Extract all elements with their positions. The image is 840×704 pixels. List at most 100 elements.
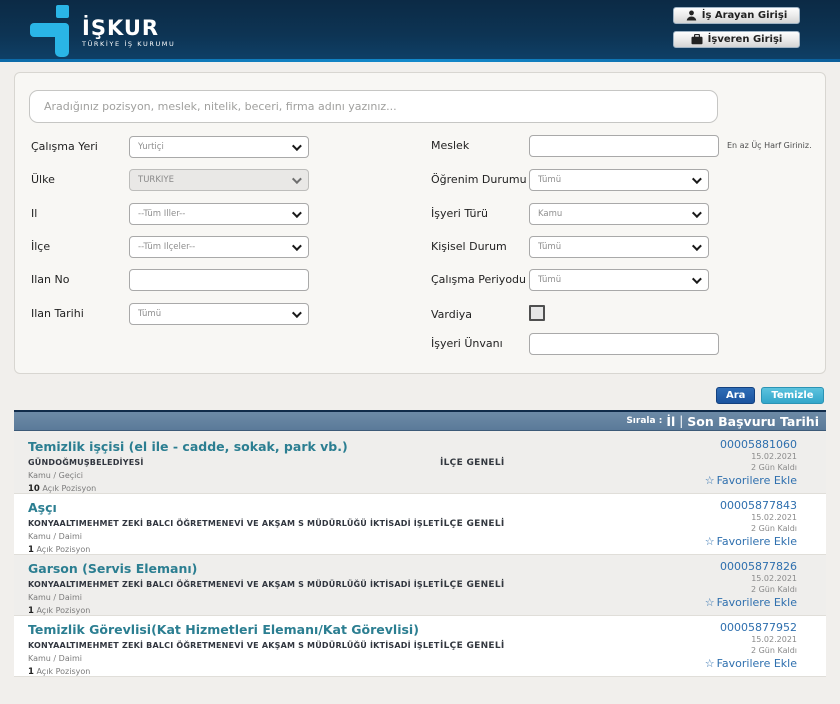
job-open-positions: 1 Açık Pozisyon: [28, 545, 91, 554]
job-open-positions: 10 Açık Pozisyon: [28, 484, 97, 493]
add-to-favorites-link[interactable]: ☆ Favorilere Ekle: [626, 474, 797, 488]
ilce-select[interactable]: --Tüm İlçeler--: [129, 236, 309, 258]
job-location-cell: İLÇE GENELİ: [440, 555, 626, 615]
employer-login-label: İşveren Girişi: [707, 34, 783, 45]
table-row: Garson (Servis Elemanı) KONYAALTIMEHMET …: [14, 555, 826, 616]
job-employer: KONYAALTIMEHMET ZEKİ BALCI ÖĞRETMENEVİ V…: [28, 641, 440, 650]
add-to-favorites-link[interactable]: ☆ Favorilere Ekle: [626, 657, 797, 671]
job-ad-number: 00005877826: [720, 560, 797, 573]
il-select[interactable]: --Tüm İller--: [129, 203, 309, 225]
calisma-periyodu-select[interactable]: Tümü: [529, 269, 709, 291]
job-results-list: Temizlik işçisi (el ile - cadde, sokak, …: [14, 433, 826, 677]
job-employment-type: Kamu / Daimi: [28, 593, 82, 602]
job-location: İLÇE GENELİ: [440, 580, 505, 590]
iskur-logo-icon: [30, 5, 69, 57]
job-last-date: 15.02.2021: [751, 574, 797, 583]
sort-by-il-link[interactable]: İl: [666, 414, 675, 429]
star-icon: ☆: [704, 474, 715, 487]
isyeri-unvani-input[interactable]: [529, 333, 719, 355]
job-location-cell: İLÇE GENELİ: [440, 616, 626, 676]
job-title-link[interactable]: Temizlik Görevlisi(Kat Hizmetleri Eleman…: [28, 622, 440, 637]
ilan-no-input[interactable]: [129, 269, 309, 291]
sort-separator: |: [679, 414, 684, 428]
job-open-positions: 1 Açık Pozisyon: [28, 606, 91, 615]
ulke-select: TÜRKİYE: [129, 169, 309, 191]
ogrenim-durumu-select[interactable]: Tümü: [529, 169, 709, 191]
il-label: Il: [31, 207, 38, 220]
job-location-cell: İLÇE GENELİ: [440, 433, 626, 493]
vardiya-label: Vardiya: [431, 308, 473, 321]
login-buttons: İş Arayan Girişi İşveren Girişi: [673, 7, 800, 48]
job-title-link[interactable]: Garson (Servis Elemanı): [28, 561, 440, 576]
chevron-down-icon: [691, 273, 702, 284]
app-header: İŞKUR TÜRKİYE İŞ KURUMU İş Arayan Girişi…: [0, 0, 840, 59]
add-to-favorites-link[interactable]: ☆ Favorilere Ekle: [626, 535, 797, 549]
iskur-logo[interactable]: İŞKUR TÜRKİYE İŞ KURUMU: [30, 3, 175, 59]
job-location-cell: İLÇE GENELİ: [440, 494, 626, 554]
job-meta-cell: 00005881060 15.02.2021 2 Gün Kaldı ☆ Favo…: [626, 433, 826, 493]
job-meta-cell: 00005877826 15.02.2021 2 Gün Kaldı ☆ Favo…: [626, 555, 826, 615]
sort-by-date-link[interactable]: Son Başvuru Tarihi: [687, 414, 819, 429]
calisma-yeri-select[interactable]: Yurtiçi: [129, 136, 309, 158]
job-summary: Temizlik Görevlisi(Kat Hizmetleri Eleman…: [14, 616, 440, 676]
isyeri-unvani-label: İşyeri Ünvanı: [431, 337, 503, 350]
vardiya-checkbox[interactable]: [529, 305, 545, 321]
chevron-down-icon: [291, 307, 302, 318]
job-ad-number: 00005881060: [720, 438, 797, 451]
keyword-search-input[interactable]: [29, 90, 718, 123]
ogrenim-durumu-label: Öğrenim Durumu: [431, 173, 527, 186]
logo-subtitle: TÜRKİYE İŞ KURUMU: [82, 40, 176, 48]
job-summary: Garson (Servis Elemanı) KONYAALTIMEHMET …: [14, 555, 440, 615]
job-days-left: 2 Gün Kaldı: [750, 585, 797, 594]
sort-bar: Sırala : İl | Son Başvuru Tarihi: [14, 410, 826, 431]
chevron-down-icon: [291, 207, 302, 218]
job-last-date: 15.02.2021: [751, 635, 797, 644]
ilan-tarihi-select[interactable]: Tümü: [129, 303, 309, 325]
add-to-favorites-link[interactable]: ☆ Favorilere Ekle: [626, 596, 797, 610]
table-row: Temizlik Görevlisi(Kat Hizmetleri Eleman…: [14, 616, 826, 677]
chevron-down-icon: [691, 207, 702, 218]
logo-text: İŞKUR TÜRKİYE İŞ KURUMU: [82, 17, 175, 48]
job-last-date: 15.02.2021: [751, 513, 797, 522]
job-employer: KONYAALTIMEHMET ZEKİ BALCI ÖĞRETMENEVİ V…: [28, 580, 440, 589]
ilan-tarihi-label: Ilan Tarihi: [31, 307, 84, 320]
table-row: Aşçı KONYAALTIMEHMET ZEKİ BALCI ÖĞRETMEN…: [14, 494, 826, 555]
search-button[interactable]: Ara: [716, 387, 756, 404]
chevron-down-icon: [691, 240, 702, 251]
job-seeker-login-button[interactable]: İş Arayan Girişi: [673, 7, 800, 24]
meslek-input[interactable]: [529, 135, 719, 157]
job-summary: Temizlik işçisi (el ile - cadde, sokak, …: [14, 433, 440, 493]
job-meta-cell: 00005877843 15.02.2021 2 Gün Kaldı ☆ Favo…: [626, 494, 826, 554]
job-employment-type: Kamu / Geçici: [28, 471, 84, 480]
job-summary: Aşçı KONYAALTIMEHMET ZEKİ BALCI ÖĞRETMEN…: [14, 494, 440, 554]
job-seeker-login-label: İş Arayan Girişi: [701, 10, 788, 21]
meslek-label: Meslek: [431, 139, 470, 152]
job-employer: KONYAALTIMEHMET ZEKİ BALCI ÖĞRETMENEVİ V…: [28, 519, 440, 528]
job-employment-type: Kamu / Daimi: [28, 654, 82, 663]
table-row: Temizlik işçisi (el ile - cadde, sokak, …: [14, 433, 826, 494]
filter-actions: Ara Temizle: [716, 387, 824, 404]
header-accent-strip: [0, 59, 840, 62]
ilan-no-label: Ilan No: [31, 273, 70, 286]
job-open-positions: 1 Açık Pozisyon: [28, 667, 91, 676]
sort-prefix: Sırala :: [626, 416, 663, 426]
ilce-label: İlçe: [31, 240, 51, 253]
kisisel-durum-select[interactable]: Tümü: [529, 236, 709, 258]
meslek-hint: En az Üç Harf Giriniz.: [727, 141, 812, 150]
star-icon: ☆: [704, 596, 715, 609]
job-meta-cell: 00005877952 15.02.2021 2 Gün Kaldı ☆ Favo…: [626, 616, 826, 676]
employer-login-button[interactable]: İşveren Girişi: [673, 31, 800, 48]
job-days-left: 2 Gün Kaldı: [750, 524, 797, 533]
isyeri-turu-label: İşyeri Türü: [431, 207, 489, 220]
job-location: İLÇE GENELİ: [440, 458, 505, 468]
search-filter-panel: Çalışma Yeri Yurtiçi Ülke TÜRKİYE Il --T…: [14, 72, 826, 374]
calisma-yeri-label: Çalışma Yeri: [31, 140, 98, 153]
job-ad-number: 00005877843: [720, 499, 797, 512]
job-title-link[interactable]: Temizlik işçisi (el ile - cadde, sokak, …: [28, 439, 440, 454]
star-icon: ☆: [704, 535, 715, 548]
job-location: İLÇE GENELİ: [440, 519, 505, 529]
kisisel-durum-label: Kişisel Durum: [431, 240, 507, 253]
job-title-link[interactable]: Aşçı: [28, 500, 440, 515]
clear-button[interactable]: Temizle: [761, 387, 824, 404]
isyeri-turu-select[interactable]: Kamu: [529, 203, 709, 225]
